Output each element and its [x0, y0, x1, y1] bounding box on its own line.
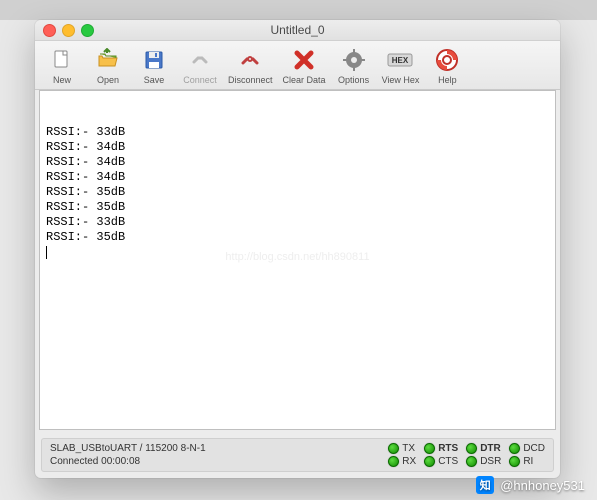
clear-data-button[interactable]: Clear Data — [278, 44, 331, 87]
titlebar: Untitled_0 — [35, 20, 560, 41]
zoom-icon[interactable] — [81, 24, 94, 37]
led-dtr: DTR — [466, 443, 501, 454]
led-label: DTR — [480, 443, 501, 454]
led-rts: RTS — [424, 443, 458, 454]
led-dsr: DSR — [466, 456, 501, 467]
text-cursor — [46, 246, 47, 259]
led-label: DSR — [480, 456, 501, 467]
led-cts: CTS — [424, 456, 458, 467]
view-hex-button[interactable]: HEX View Hex — [377, 44, 425, 87]
options-button[interactable]: Options — [331, 44, 377, 87]
disconnect-button[interactable]: Disconnect — [223, 44, 278, 87]
led-tx: TX — [388, 443, 416, 454]
zhihu-logo-icon: 知 — [476, 476, 494, 494]
port-info: SLAB_USBtoUART / 115200 8-N-1 — [50, 443, 388, 454]
status-bar: SLAB_USBtoUART / 115200 8-N-1 Connected … — [41, 438, 554, 472]
attribution-handle: @hnhoney531 — [500, 478, 585, 493]
led-label: CTS — [438, 456, 458, 467]
window-controls — [43, 24, 94, 37]
toolbar: New Open Save Connect Disconnect — [35, 41, 560, 90]
led-indicator-icon — [424, 443, 435, 454]
new-file-icon — [48, 46, 76, 74]
connect-icon — [186, 46, 214, 74]
close-icon[interactable] — [43, 24, 56, 37]
led-label: RI — [523, 456, 533, 467]
save-button[interactable]: Save — [131, 44, 177, 87]
led-indicator-icon — [388, 456, 399, 467]
svg-text:HEX: HEX — [392, 56, 409, 65]
led-label: RTS — [438, 443, 458, 454]
help-button[interactable]: Help — [424, 44, 470, 87]
led-ri: RI — [509, 456, 545, 467]
led-indicator-icon — [509, 443, 520, 454]
led-indicator-icon — [466, 443, 477, 454]
save-disk-icon — [140, 46, 168, 74]
attribution: 知 @hnhoney531 — [476, 476, 585, 494]
clear-x-icon — [290, 46, 318, 74]
background-strip — [0, 0, 597, 20]
led-dcd: DCD — [509, 443, 545, 454]
terminal-output[interactable]: RSSI:- 33dB RSSI:- 34dB RSSI:- 34dB RSSI… — [39, 90, 556, 430]
app-window: Untitled_0 New Open Save Connect — [35, 20, 560, 478]
minimize-icon[interactable] — [62, 24, 75, 37]
new-button[interactable]: New — [39, 44, 85, 87]
led-label: TX — [402, 443, 415, 454]
connect-button[interactable]: Connect — [177, 44, 223, 87]
window-title: Untitled_0 — [35, 23, 560, 37]
help-lifebuoy-icon — [433, 46, 461, 74]
connection-time: Connected 00:00:08 — [50, 456, 388, 467]
gear-icon — [340, 46, 368, 74]
led-rx: RX — [388, 456, 416, 467]
led-label: DCD — [523, 443, 545, 454]
hex-icon: HEX — [386, 46, 414, 74]
terminal-text: RSSI:- 33dB RSSI:- 34dB RSSI:- 34dB RSSI… — [46, 125, 549, 245]
led-indicator-icon — [424, 456, 435, 467]
watermark-text: http://blog.csdn.net/hh890811 — [225, 250, 369, 265]
open-folder-icon — [94, 46, 122, 74]
led-panel: TX RTS DTR DCD RX CTS DSR RI — [388, 443, 545, 467]
led-indicator-icon — [388, 443, 399, 454]
disconnect-icon — [236, 46, 264, 74]
led-indicator-icon — [509, 456, 520, 467]
open-button[interactable]: Open — [85, 44, 131, 87]
led-indicator-icon — [466, 456, 477, 467]
led-label: RX — [402, 456, 416, 467]
